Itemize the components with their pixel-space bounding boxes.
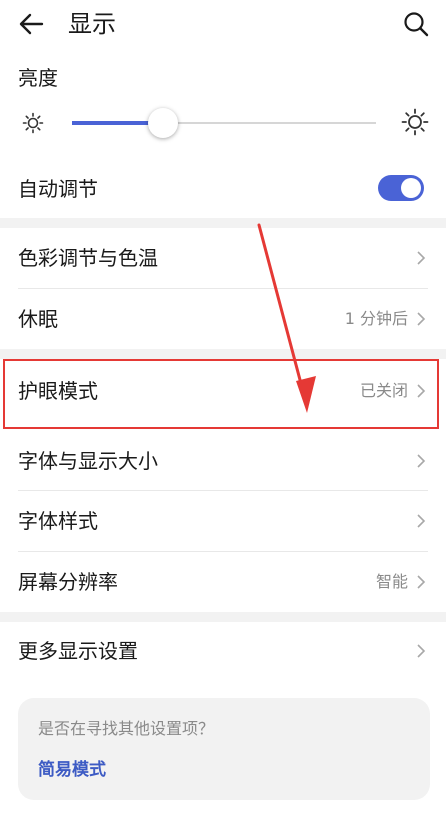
- annotation-arrow: [257, 223, 316, 413]
